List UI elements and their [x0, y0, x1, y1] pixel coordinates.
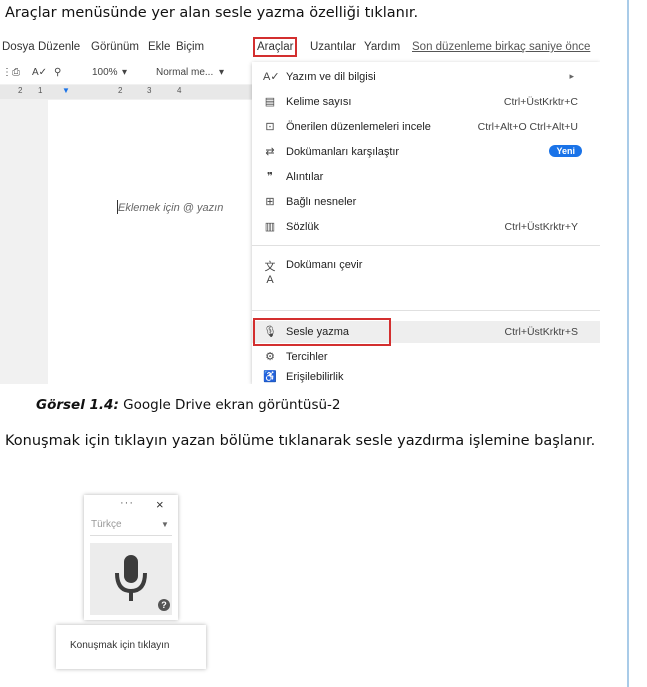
translate-icon: 文A [264, 261, 276, 286]
menu-item-citations[interactable]: ❞ Alıntılar [252, 166, 600, 188]
ruler-tick: 2 [118, 86, 123, 95]
doc-placeholder: Eklemek için @ yazın [118, 202, 224, 214]
help-icon[interactable]: ? [158, 599, 170, 611]
voice-typing-highlight [253, 318, 391, 346]
close-icon[interactable]: × [156, 497, 164, 512]
menu-item-linked-objects[interactable]: ⊞ Bağlı nesneler [252, 191, 600, 213]
speak-tooltip: Konuşmak için tıklayın [56, 625, 206, 669]
chevron-down-icon[interactable]: ▾ [122, 67, 127, 78]
menu-item-shortcut: Ctrl+Alt+O Ctrl+Alt+U [477, 121, 578, 133]
voice-typing-widget: ··· × Türkçe ▼ ? [84, 495, 178, 620]
compare-icon: ⇄ [265, 146, 275, 158]
menu-araclar[interactable]: Araçlar [253, 37, 298, 57]
indent-marker-icon[interactable]: ▼ [62, 86, 70, 95]
menu-item-review-edits[interactable]: ⊡ Önerilen düzenlemeleri incele Ctrl+Alt… [252, 116, 600, 138]
document-page[interactable]: Eklemek için @ yazın [48, 100, 252, 384]
more-options-icon[interactable]: ··· [120, 497, 134, 509]
toolbar: ⋮ ⎙ A✓ ⚲ 100% ▾ Normal me... ▾ [0, 62, 252, 84]
language-select[interactable]: Türkçe [91, 519, 122, 530]
menu-divider [252, 310, 600, 311]
spellcheck-icon[interactable]: A✓ [32, 67, 47, 78]
caption-text: Google Drive ekran görüntüsü-2 [118, 397, 341, 413]
ruler-tick: 2 [18, 86, 23, 95]
ruler: 2 1 ▼ 2 3 4 [0, 85, 252, 99]
menu-yardim[interactable]: Yardım [364, 41, 400, 53]
menu-item-accessibility[interactable]: ♿ Erişilebilirlik [252, 366, 600, 384]
menu-item-label: Alıntılar [286, 171, 324, 183]
chevron-down-icon[interactable]: ▾ [219, 67, 224, 78]
ruler-tick: 4 [177, 86, 182, 95]
body-paragraph: Konuşmak için tıklayın yazan bölüme tıkl… [5, 433, 596, 449]
menu-divider [252, 245, 600, 246]
menu-item-shortcut: Ctrl+ÜstKrktr+S [504, 326, 578, 338]
menu-dosya[interactable]: Dosya [2, 41, 35, 53]
menu-item-label: Yazım ve dil bilgisi [286, 71, 376, 83]
intro-paragraph: Araçlar menüsünde yer alan sesle yazma ö… [5, 5, 419, 21]
menu-item-compare-docs[interactable]: ⇄ Dokümanları karşılaştır Yeni [252, 141, 600, 163]
menu-item-label: Erişilebilirlik [286, 371, 344, 383]
menu-ekle[interactable]: Ekle [148, 41, 170, 53]
last-edit-link[interactable]: Son düzenleme birkaç saniye önce [412, 41, 590, 53]
submenu-arrow-icon: ▸ [569, 71, 574, 81]
spellcheck-icon: A✓ [263, 71, 280, 83]
menu-duzenle[interactable]: Düzenle [38, 41, 80, 53]
tooltip-text: Konuşmak için tıklayın [70, 640, 170, 651]
menu-item-label: Bağlı nesneler [286, 196, 357, 208]
menu-item-word-count[interactable]: ▤ Kelime sayısı Ctrl+ÜstKrktr+C [252, 91, 600, 113]
more-icon[interactable]: ⋮ [2, 67, 12, 78]
menu-item-label: Önerilen düzenlemeleri incele [286, 121, 431, 133]
divider [90, 535, 172, 536]
google-docs-screenshot: Dosya Düzenle Görünüm Ekle Biçim Araçlar… [0, 34, 600, 384]
menu-item-spelling[interactable]: A✓ Yazım ve dil bilgisi ▸ [252, 66, 600, 88]
menu-gorunum[interactable]: Görünüm [91, 41, 139, 53]
review-edits-icon: ⊡ [265, 121, 275, 133]
menu-item-preferences[interactable]: ⚙ Tercihler [252, 346, 600, 368]
ruler-tick: 3 [147, 86, 152, 95]
caption-label: Görsel 1.4: [36, 397, 119, 413]
preferences-icon: ⚙ [265, 351, 275, 363]
print-icon[interactable]: ⎙ [12, 67, 20, 78]
menu-item-shortcut: Ctrl+ÜstKrktr+C [503, 96, 578, 108]
new-badge: Yeni [549, 145, 582, 157]
figure-caption: Görsel 1.4: Google Drive ekran görüntüsü… [36, 397, 341, 413]
menu-item-dictionary[interactable]: ▥ Sözlük Ctrl+ÜstKrktr+Y [252, 216, 600, 238]
menu-item-label: Dokümanları karşılaştır [286, 146, 400, 158]
menu-item-translate[interactable]: 文A Dokümanı çevir [252, 254, 600, 286]
zoom-select[interactable]: 100% [92, 67, 118, 78]
accessibility-icon: ♿ [263, 371, 277, 383]
style-select[interactable]: Normal me... [156, 67, 213, 78]
menu-item-label: Tercihler [286, 351, 328, 363]
ruler-tick: 1 [38, 86, 43, 95]
chevron-down-icon[interactable]: ▼ [161, 520, 169, 529]
menu-item-label: Dokümanı çevir [286, 259, 363, 271]
quote-icon: ❞ [267, 171, 273, 183]
voice-typing-screenshot: ··· × Türkçe ▼ ? Konuşmak için tıklayın [56, 495, 206, 675]
paint-format-icon[interactable]: ⚲ [54, 67, 61, 78]
menu-item-label: Sözlük [286, 221, 320, 233]
menu-item-shortcut: Ctrl+ÜstKrktr+Y [504, 221, 578, 233]
linked-objects-icon: ⊞ [265, 196, 275, 208]
dictionary-icon: ▥ [264, 221, 276, 233]
menu-bar: Dosya Düzenle Görünüm Ekle Biçim Araçlar… [0, 34, 600, 62]
page-border-rule [627, 0, 629, 687]
menu-uzantilar[interactable]: Uzantılar [310, 41, 356, 53]
menu-bicim[interactable]: Biçim [176, 41, 204, 53]
menu-item-label: Kelime sayısı [286, 96, 352, 108]
word-count-icon: ▤ [264, 96, 276, 108]
